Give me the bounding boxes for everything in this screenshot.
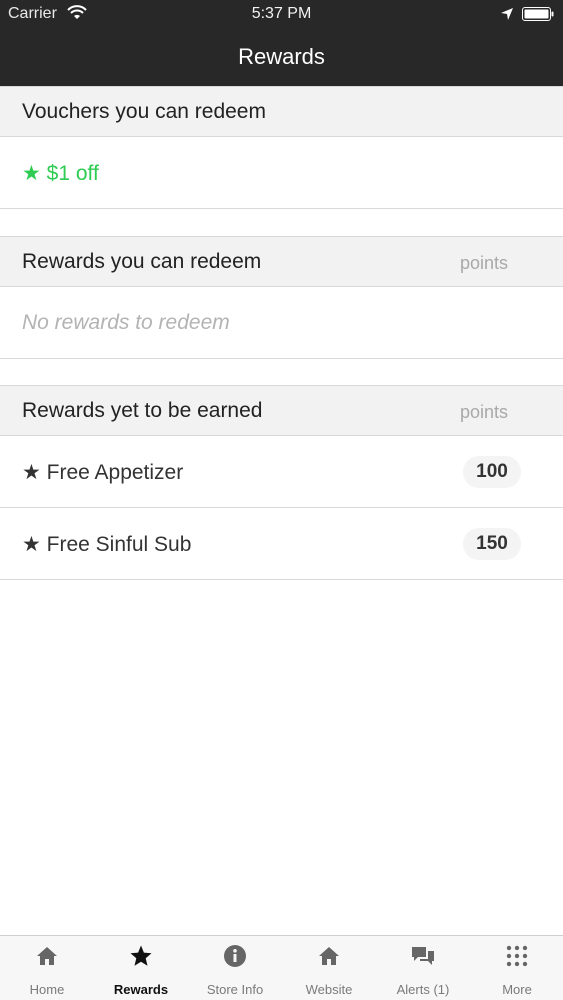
tab-label: Home <box>29 982 65 997</box>
reward-row-free-sinful-sub[interactable]: ★ Free Sinful Sub 150 <box>0 508 563 580</box>
page-title: Rewards <box>238 44 325 69</box>
voucher-row[interactable]: ★ $1 off <box>0 137 563 209</box>
points-badge: 100 <box>463 456 521 488</box>
tab-label: More <box>502 982 532 997</box>
points-badge: 150 <box>463 528 521 560</box>
tab-website[interactable]: Website <box>282 936 376 1000</box>
section-header-vouchers: Vouchers you can redeem <box>0 86 563 137</box>
grid-icon <box>506 945 528 967</box>
info-icon <box>224 945 246 967</box>
points-column-label: points <box>459 402 508 422</box>
reward-row-free-appetizer[interactable]: ★ Free Appetizer 100 <box>0 436 563 508</box>
section-header-to-earn: Rewards yet to be earned points <box>0 385 563 436</box>
voucher-label: ★ $1 off <box>22 162 99 185</box>
section-title: Vouchers you can redeem <box>22 100 266 123</box>
home-icon <box>37 947 57 965</box>
empty-rewards-row: No rewards to redeem <box>0 287 563 359</box>
tab-home[interactable]: Home <box>0 936 94 1000</box>
tab-alerts[interactable]: Alerts (1) <box>376 936 470 1000</box>
tab-more[interactable]: More <box>470 936 563 1000</box>
tab-rewards[interactable]: Rewards <box>94 936 188 1000</box>
star-icon <box>130 945 152 966</box>
points-column-label: points <box>459 253 508 273</box>
tab-store-info[interactable]: Store Info <box>188 936 282 1000</box>
tab-label: Alerts (1) <box>396 982 450 997</box>
reward-label: ★ Free Sinful Sub <box>22 533 192 556</box>
empty-state-text: No rewards to redeem <box>22 311 230 334</box>
navigation-bar: Carrier 5:37 PM Rewards <box>0 0 563 86</box>
tab-label: Rewards <box>113 982 169 997</box>
tab-bar: Home Rewards Store Info Website Alerts (… <box>0 935 563 1000</box>
status-time: 5:37 PM <box>251 5 312 22</box>
reward-label: ★ Free Appetizer <box>22 461 184 484</box>
tab-label: Store Info <box>206 982 264 997</box>
section-header-redeemable: Rewards you can redeem points <box>0 236 563 287</box>
section-title: Rewards you can redeem <box>22 250 262 273</box>
location-arrow-icon <box>501 8 513 20</box>
battery-icon <box>522 7 554 21</box>
section-title: Rewards yet to be earned <box>22 399 263 422</box>
tab-label: Website <box>305 982 353 997</box>
chat-bubbles-icon <box>412 947 434 965</box>
home-icon <box>319 947 339 965</box>
status-bar: Carrier 5:37 PM <box>0 0 563 30</box>
